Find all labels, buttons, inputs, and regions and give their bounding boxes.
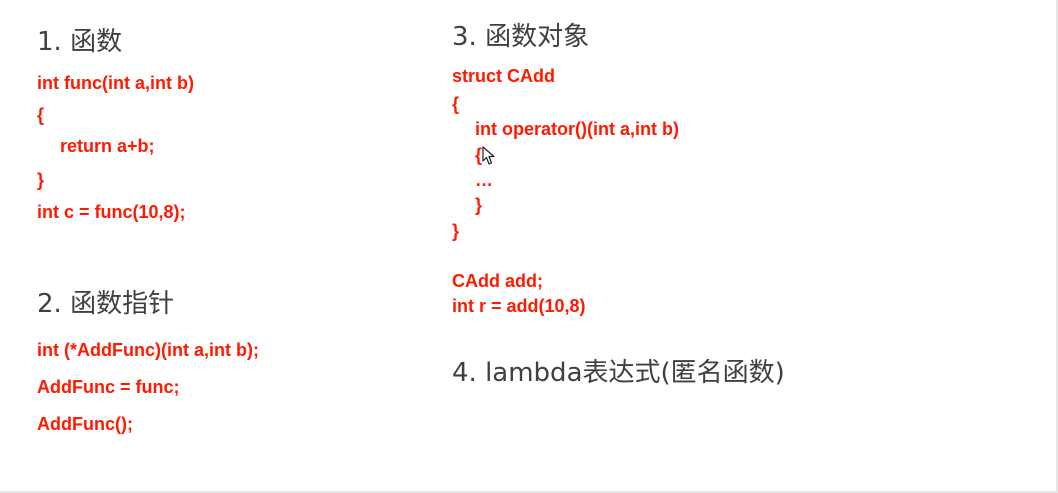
code-line: AddFunc(); (37, 414, 133, 434)
code-line: } (475, 195, 483, 215)
code-line: AddFunc = func; (37, 377, 180, 397)
code-line: { (37, 105, 45, 125)
code-line: CAdd add; (452, 271, 543, 291)
section-1-heading: 1. 函数 (37, 27, 123, 57)
code-line: struct CAdd (452, 66, 555, 86)
code-line: } (37, 170, 45, 190)
slide: 1. 函数 int func(int a,int b) { return a+b… (0, 0, 1058, 493)
code-line: … (475, 170, 493, 190)
code-line: int r = add(10,8) (452, 296, 586, 316)
code-line: int c = func(10,8); (37, 202, 186, 222)
section-3-heading: 3. 函数对象 (452, 22, 590, 52)
code-line: { (475, 145, 483, 165)
code-line: int (*AddFunc)(int a,int b); (37, 340, 259, 360)
code-line: } (452, 221, 460, 241)
section-2-heading: 2. 函数指针 (37, 289, 175, 319)
section-4-heading: 4. lambda表达式(匿名函数) (452, 358, 785, 388)
code-line: int operator()(int a,int b) (475, 119, 679, 139)
code-line: int func(int a,int b) (37, 73, 194, 93)
code-line: return a+b; (60, 136, 155, 156)
mouse-pointer-icon (482, 146, 495, 165)
code-line: { (452, 94, 460, 114)
